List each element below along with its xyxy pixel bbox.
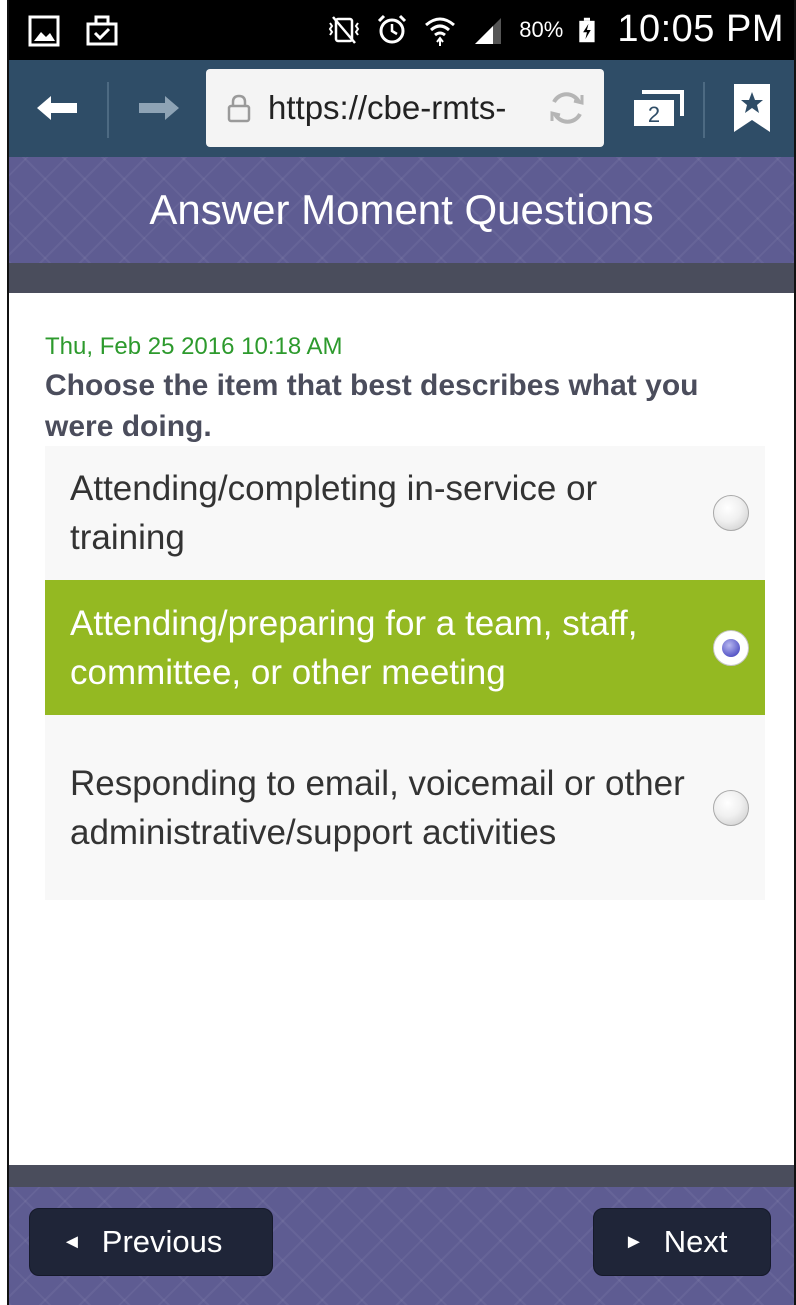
url-text: https://cbe-rmts- — [268, 89, 507, 126]
radio-button-checked[interactable] — [713, 629, 749, 666]
triangle-left-icon: ◄ — [62, 1230, 82, 1253]
forward-arrow-icon — [139, 96, 179, 120]
answer-option-label: Responding to email, voicemail or other … — [70, 763, 685, 852]
alarm-icon — [378, 14, 407, 43]
question-content: Thu, Feb 25 2016 10:18 AM Choose the ite… — [9, 293, 794, 1165]
previous-button[interactable]: ◄ Previous — [29, 1208, 273, 1276]
bookmark-button[interactable] — [726, 84, 778, 132]
answer-option-label: Attending/completing in-service or train… — [70, 469, 598, 557]
tabs-icon: 2 — [634, 90, 684, 127]
lock-icon — [227, 94, 251, 123]
toolbar-divider — [703, 82, 705, 138]
triangle-right-icon: ► — [624, 1230, 644, 1253]
forward-button[interactable] — [133, 84, 185, 132]
page-header: Answer Moment Questions — [9, 157, 794, 263]
signal-icon — [475, 17, 502, 44]
answer-option-label: Attending/preparing for a team, staff, c… — [70, 603, 638, 692]
radio-selected-dot — [722, 638, 740, 657]
status-bar: 80% 10:05 PM — [9, 0, 794, 60]
url-bar[interactable]: https://cbe-rmts- — [206, 69, 604, 147]
answer-option[interactable]: Responding to email, voicemail or other … — [45, 715, 765, 900]
gallery-icon — [28, 15, 60, 47]
wifi-icon — [425, 17, 456, 46]
radio-button[interactable] — [713, 495, 749, 531]
page-title: Answer Moment Questions — [149, 186, 654, 233]
question-prompt: Choose the item that best describes what… — [45, 369, 699, 443]
toolbar-divider — [107, 82, 109, 138]
browser-toolbar: https://cbe-rmts- 2 — [9, 60, 794, 157]
back-button[interactable] — [31, 84, 83, 132]
answer-options: Attending/completing in-service or train… — [45, 446, 765, 900]
briefcase-icon — [86, 15, 118, 46]
device-frame: 80% 10:05 PM https://cbe-rmts- 2 Answer … — [7, 0, 796, 1305]
bookmark-icon — [734, 84, 770, 132]
vibrate-mute-icon — [329, 15, 360, 44]
next-button-label: Next — [663, 1224, 728, 1259]
header-divider — [9, 263, 794, 293]
previous-button-label: Previous — [101, 1224, 223, 1259]
battery-percent: 80% — [519, 16, 564, 42]
page-footer: ◄ Previous ► Next — [9, 1187, 794, 1305]
question-timestamp: Thu, Feb 25 2016 10:18 AM — [45, 333, 343, 360]
back-arrow-icon — [37, 96, 77, 120]
status-clock: 10:05 PM — [617, 8, 784, 50]
radio-button[interactable] — [713, 789, 749, 826]
reload-icon[interactable] — [546, 87, 588, 129]
battery-charging-icon — [579, 17, 595, 42]
status-right-icons: 80% 10:05 PM — [327, 8, 784, 51]
tab-count: 2 — [648, 102, 660, 127]
answer-option[interactable]: Attending/completing in-service or train… — [45, 446, 765, 580]
answer-option-selected[interactable]: Attending/preparing for a team, staff, c… — [45, 580, 765, 715]
footer-divider — [9, 1165, 794, 1187]
next-button[interactable]: ► Next — [593, 1208, 771, 1276]
tabs-button[interactable]: 2 — [627, 84, 689, 132]
status-left-icons — [27, 14, 119, 48]
